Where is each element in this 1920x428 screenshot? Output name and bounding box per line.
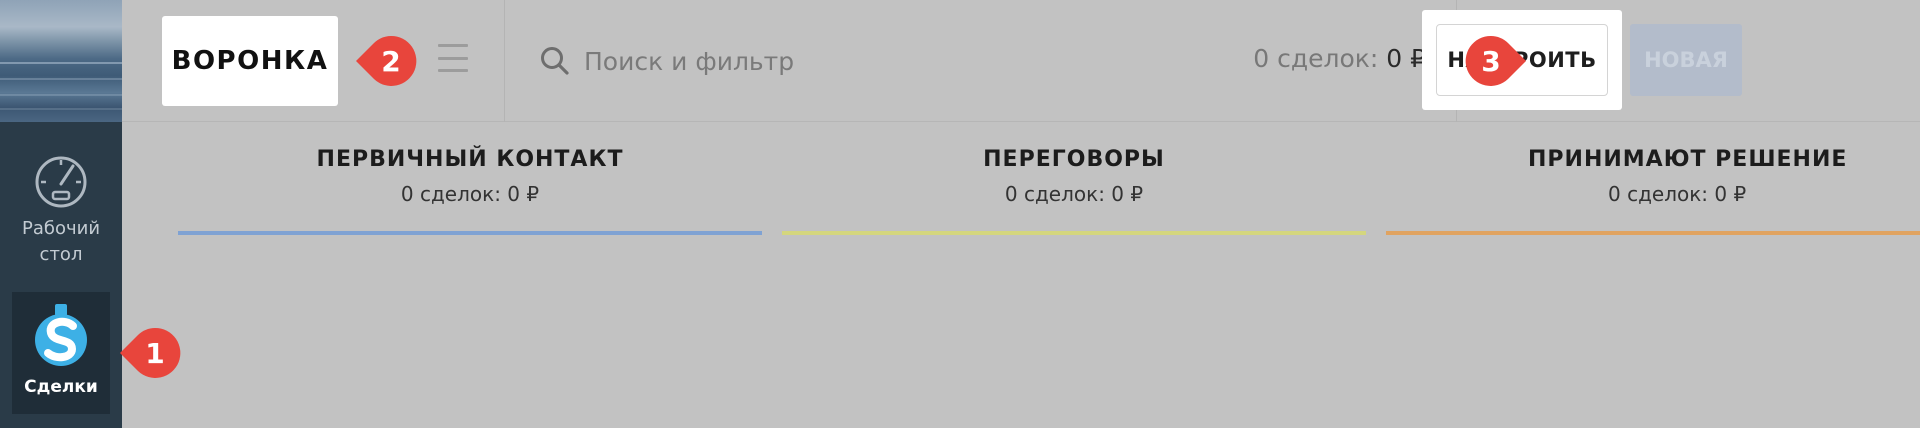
- sidebar-item-label: Сделки: [24, 377, 98, 397]
- stage-column-first-contact[interactable]: ПЕРВИЧНЫЙ КОНТАКТ 0 сделок: 0 ₽: [178, 123, 762, 235]
- stage-color-bar: [178, 231, 762, 235]
- stage-column-decision[interactable]: ПРИНИМАЮТ РЕШЕНИЕ 0 сделок: 0 ₽: [1386, 123, 1920, 235]
- callout-number: 2: [381, 44, 401, 78]
- pipeline-board: ПЕРВИЧНЫЙ КОНТАКТ 0 сделок: 0 ₽ ПЕРЕГОВО…: [122, 123, 1920, 428]
- deals-summary: 0 сделок: 0 ₽: [1253, 44, 1426, 73]
- stage-summary: 0 сделок: 0 ₽: [1608, 182, 1747, 206]
- stage-summary: 0 сделок: 0 ₽: [1004, 182, 1144, 206]
- sidebar-background-photo: [0, 0, 122, 122]
- stage-title: ПРИНИМАЮТ РЕШЕНИЕ: [1528, 147, 1848, 172]
- hamburger-icon[interactable]: [438, 44, 468, 72]
- stage-color-bar: [782, 231, 1366, 235]
- callout-badge: 2: [356, 35, 417, 86]
- dashboard-gauge-icon: [35, 156, 87, 208]
- stage-title: ПЕРВИЧНЫЙ КОНТАКТ: [316, 147, 624, 172]
- search-icon: [541, 47, 569, 75]
- divider: [504, 0, 505, 122]
- sidebar-item-label: Рабочий стол: [21, 218, 101, 265]
- sidebar-item-deals[interactable]: Сделки: [12, 292, 110, 414]
- pipeline-title[interactable]: ВОРОНКА: [162, 16, 338, 106]
- stage-summary: 0 сделок: 0 ₽: [400, 182, 540, 206]
- callout-badge: 3: [1465, 35, 1526, 86]
- left-sidebar: Рабочий стол Сделки: [0, 0, 122, 428]
- stage-column-negotiation[interactable]: ПЕРЕГОВОРЫ 0 сделок: 0 ₽: [782, 123, 1366, 235]
- search-input[interactable]: [584, 42, 1064, 80]
- new-deal-button[interactable]: НОВАЯ: [1630, 24, 1742, 96]
- callout-badge: 1: [120, 327, 181, 378]
- callout-number: 1: [145, 336, 165, 370]
- stage-color-bar: [1386, 231, 1920, 235]
- deals-dollar-icon: [35, 304, 87, 366]
- callout-number: 3: [1481, 44, 1501, 78]
- stage-title: ПЕРЕГОВОРЫ: [983, 147, 1165, 172]
- deals-summary-label: 0 сделок:: [1253, 44, 1379, 73]
- sidebar-item-dashboard[interactable]: Рабочий стол: [0, 154, 122, 274]
- deals-summary-amount: 0 ₽: [1386, 44, 1426, 73]
